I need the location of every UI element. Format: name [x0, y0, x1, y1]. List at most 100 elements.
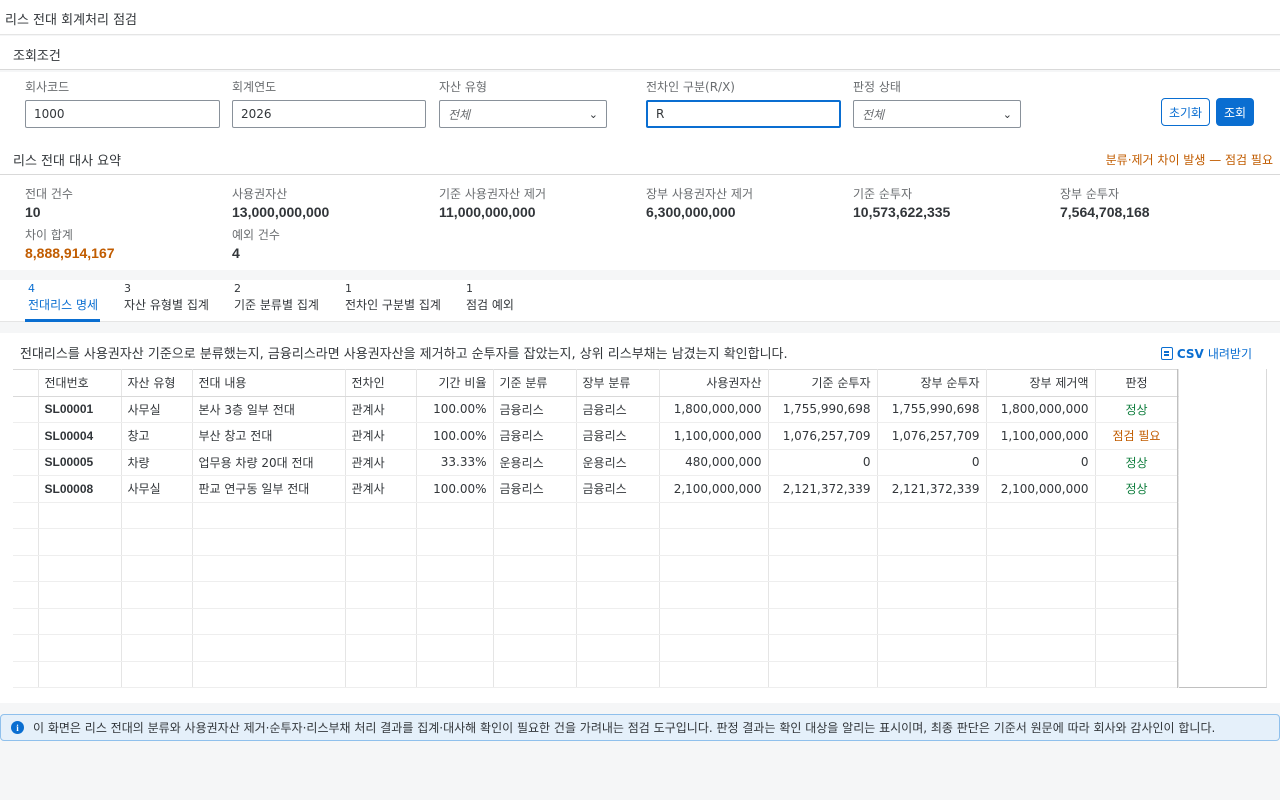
empty-table-row — [13, 581, 1179, 609]
empty-table-row — [13, 661, 1179, 688]
reset-button[interactable]: 초기화 — [1161, 98, 1210, 126]
lessee-type-input[interactable]: R — [646, 100, 841, 128]
chevron-down-icon: ⌄ — [588, 107, 598, 121]
empty-cell — [877, 528, 987, 556]
empty-cell — [986, 502, 1096, 529]
kpi-exception-count: 예외 건수 4 — [232, 226, 280, 261]
table-row[interactable]: SL00008 사무실 판교 연구동 일부 전대 관계사 100.00% 금융리스 금융리스… — [13, 475, 1179, 503]
table-cell: 1,100,000,000 — [659, 422, 769, 450]
kpi-book-derecognition: 장부 사용권자산 제거 6,300,000,000 — [646, 185, 753, 220]
column-header[interactable]: 전차인 — [345, 369, 417, 397]
table-cell: 0 — [768, 449, 878, 476]
company-code-label: 회사코드 — [25, 80, 70, 94]
tab-by-asset-type[interactable]: 3 자산 유형별 집계 — [124, 282, 209, 322]
empty-cell — [1095, 555, 1179, 582]
fiscal-year-input[interactable]: 2026 — [232, 100, 426, 128]
table-cell: 100.00% — [416, 396, 494, 423]
kpi-value: 10 — [25, 204, 41, 220]
table-cell: 금융리스 — [576, 475, 660, 503]
judgement-status-select[interactable]: 전체 ⌄ — [853, 100, 1021, 128]
table-cell: 관계사 — [345, 396, 417, 423]
column-header[interactable]: 기준 분류 — [493, 369, 577, 397]
row-selector[interactable] — [13, 449, 39, 476]
row-selector[interactable] — [13, 475, 39, 503]
empty-cell — [192, 661, 346, 688]
table-cell: 금융리스 — [493, 422, 577, 450]
row-selector[interactable] — [13, 422, 39, 450]
column-header[interactable]: 전대 내용 — [192, 369, 346, 397]
table-cell: 0 — [877, 449, 987, 476]
table-row[interactable]: SL00001 사무실 본사 3층 일부 전대 관계사 100.00% 금융리스 금융리스 1… — [13, 396, 1179, 423]
csv-rest-label: 내려받기 — [1207, 347, 1252, 361]
tab-sublease-list[interactable]: 4 전대리스 명세 — [25, 282, 100, 322]
summary-section-title: 리스 전대 대사 요약 — [13, 154, 122, 169]
tab-by-standard-class[interactable]: 2 기준 분류별 집계 — [234, 282, 319, 322]
empty-cell — [493, 555, 577, 582]
column-header[interactable]: 사용권자산 — [659, 369, 769, 397]
column-header[interactable]: 자산 유형 — [121, 369, 193, 397]
column-header[interactable]: 전대번호 — [38, 369, 122, 397]
kpi-label: 차이 합계 — [25, 228, 73, 242]
table-cell: 33.33% — [416, 449, 494, 476]
empty-cell — [38, 634, 122, 662]
table-row[interactable]: SL00004 창고 부산 창고 전대 관계사 100.00% 금융리스 금융리스 1,100… — [13, 422, 1179, 450]
empty-cell — [345, 502, 417, 529]
table-cell: SL00005 — [38, 449, 122, 476]
column-header[interactable]: 장부 순투자 — [877, 369, 987, 397]
judgement-status-value: 전체 — [862, 107, 885, 122]
empty-cell — [659, 528, 769, 556]
tab-bar: 4 전대리스 명세 3 자산 유형별 집계 2 기준 분류별 집계 1 전차인 … — [0, 280, 1280, 322]
empty-cell — [493, 608, 577, 635]
empty-cell — [576, 634, 660, 662]
empty-cell — [13, 528, 39, 556]
tab-count: 1 — [345, 282, 352, 295]
empty-cell — [416, 555, 494, 582]
empty-table-row — [13, 555, 1179, 582]
table-cell: 금융리스 — [493, 475, 577, 503]
asset-type-select[interactable]: 전체 ⌄ — [439, 100, 607, 128]
column-header[interactable]: 기간 비율 — [416, 369, 494, 397]
status-cell: 점검 필요 — [1095, 422, 1179, 450]
empty-cell — [1095, 502, 1179, 529]
table-cell: 100.00% — [416, 422, 494, 450]
empty-cell — [416, 528, 494, 556]
empty-cell — [416, 581, 494, 609]
kpi-label: 사용권자산 — [232, 187, 288, 201]
table-cell: SL00008 — [38, 475, 122, 503]
empty-cell — [877, 502, 987, 529]
column-header[interactable]: 장부 분류 — [576, 369, 660, 397]
column-header[interactable]: 판정 — [1095, 369, 1179, 397]
search-button[interactable]: 조회 — [1216, 98, 1254, 126]
row-selector[interactable] — [13, 396, 39, 423]
table-row[interactable]: SL00005 차량 업무용 차량 20대 전대 관계사 33.33% 운용리스 운용리스 4… — [13, 449, 1179, 476]
kpi-standard-net-investment: 기준 순투자 10,573,622,335 — [853, 185, 950, 220]
empty-cell — [493, 528, 577, 556]
table-cell: SL00001 — [38, 396, 122, 423]
empty-cell — [121, 528, 193, 556]
csv-label: CSV — [1176, 346, 1204, 361]
empty-table-row — [13, 502, 1179, 529]
empty-cell — [986, 661, 1096, 688]
tab-by-lessee-type[interactable]: 1 전차인 구분별 집계 — [345, 282, 441, 322]
table-cell: 1,100,000,000 — [986, 422, 1096, 450]
info-message-strip: i 이 화면은 리스 전대의 분류와 사용권자산 제거·순투자·리스부채 처리 … — [0, 714, 1280, 741]
tab-label: 자산 유형별 집계 — [124, 298, 209, 312]
csv-download-button[interactable]: CSV 내려받기 — [1160, 345, 1252, 362]
kpi-panel: 전대 건수 10 사용권자산 13,000,000,000 기준 사용권자산 제… — [0, 175, 1280, 270]
company-code-input[interactable]: 1000 — [25, 100, 220, 128]
kpi-value: 4 — [232, 245, 240, 261]
summary-warning: 분류·제거 차이 발생 — 점검 필요 — [1105, 153, 1273, 167]
column-header[interactable]: 장부 제거액 — [986, 369, 1096, 397]
empty-cell — [121, 581, 193, 609]
column-header[interactable]: 기준 순투자 — [768, 369, 878, 397]
empty-cell — [768, 581, 878, 609]
tab-exceptions[interactable]: 1 점검 예외 — [466, 282, 514, 322]
empty-cell — [768, 502, 878, 529]
summary-section-header: 리스 전대 대사 요약 분류·제거 차이 발생 — 점검 필요 — [0, 141, 1280, 175]
empty-cell — [192, 528, 346, 556]
page-title: 리스 전대 회계처리 점검 — [5, 13, 137, 28]
empty-cell — [345, 581, 417, 609]
tab-label: 점검 예외 — [466, 298, 514, 312]
empty-table-row — [13, 634, 1179, 662]
kpi-label: 기준 사용권자산 제거 — [439, 187, 546, 201]
